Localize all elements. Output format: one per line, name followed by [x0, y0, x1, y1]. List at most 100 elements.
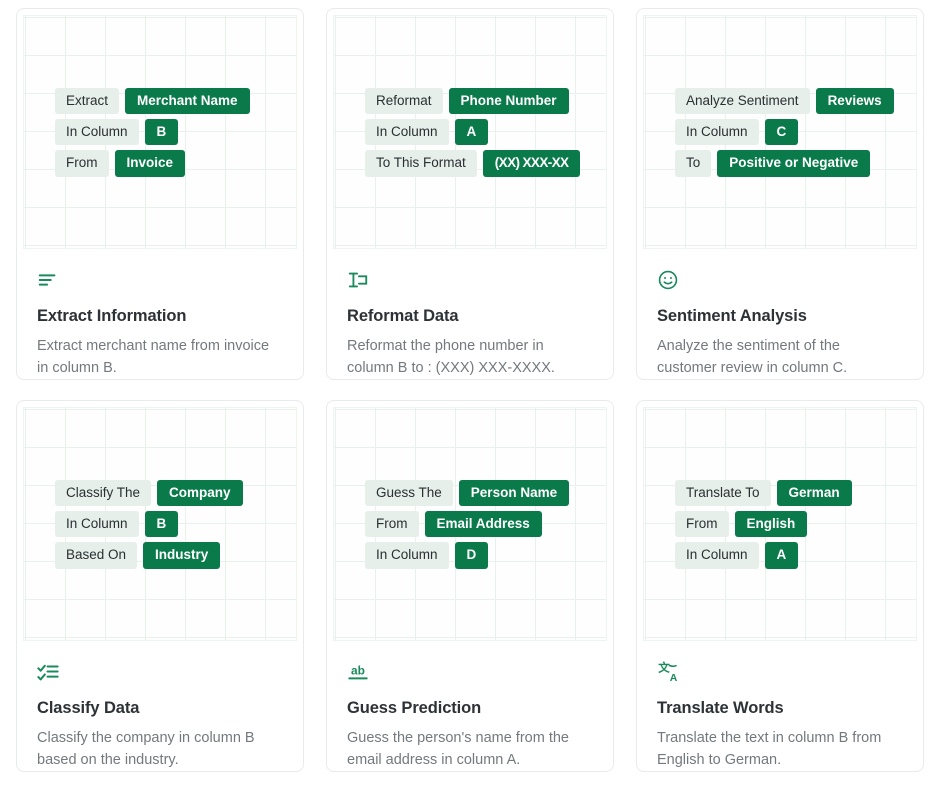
formula-value-pill[interactable]: Company	[157, 480, 243, 507]
formula-value-pill[interactable]: Merchant Name	[125, 88, 250, 115]
formula-label-pill[interactable]: Reformat	[365, 88, 443, 115]
feature-card[interactable]: Translate To German From English In Column A 文…	[636, 400, 924, 772]
card-description: Classify the company in column B based o…	[37, 729, 255, 768]
card-description: Analyze the sentiment of the customer re…	[657, 337, 848, 376]
feature-card-grid: Extract Merchant Name In Column B From Invoic…	[0, 0, 946, 780]
formula-label-pill[interactable]: Extract	[55, 88, 120, 115]
feature-card[interactable]: Analyze Sentiment Reviews In Column C To Posi…	[636, 8, 924, 380]
formula-row: In Column D	[365, 542, 569, 569]
spreadsheet-preview: Reformat Phone Number In Column A To This Fo…	[333, 15, 607, 249]
spreadsheet-preview: Classify The Company In Column B Based On Ind…	[23, 407, 297, 641]
card-body: Sentiment Analysis Analyze the sentiment …	[637, 249, 923, 379]
card-title: Translate Words	[657, 698, 784, 717]
formula-value-pill[interactable]: A	[454, 119, 489, 146]
card-title: Sentiment Analysis	[657, 306, 807, 325]
formula-label-pill[interactable]: To This Format	[365, 150, 477, 177]
formula-row: From English	[675, 511, 852, 538]
formula-value-pill[interactable]: German	[776, 480, 852, 507]
feature-card[interactable]: Guess The Person Name From Email Address In …	[326, 400, 614, 772]
spreadsheet-preview: Guess The Person Name From Email Address In …	[333, 407, 607, 641]
formula-row-group: Translate To German From English In Column A	[675, 480, 852, 569]
card-description: Guess the person's name from the email a…	[347, 729, 569, 768]
formula-value-pill[interactable]: A	[764, 542, 799, 569]
formula-row-group: Classify The Company In Column B Based On Ind…	[55, 480, 243, 569]
card-title: Reformat Data	[347, 306, 459, 325]
formula-row-group: Guess The Person Name From Email Address In …	[365, 480, 570, 569]
formula-row: In Column A	[365, 119, 580, 146]
checklist-icon	[37, 659, 283, 685]
formula-value-pill[interactable]: Invoice	[114, 150, 186, 177]
card-body: Reformat Data Reformat the phone number i…	[327, 249, 613, 379]
formula-row-group: Extract Merchant Name In Column B From Invoic…	[55, 88, 250, 177]
formula-value-pill[interactable]: Phone Number	[448, 88, 569, 115]
smiley-face-icon	[657, 267, 903, 293]
formula-value-pill[interactable]: Reviews	[815, 88, 894, 115]
formula-row: Translate To German	[675, 480, 852, 507]
svg-text:文: 文	[658, 660, 670, 674]
formula-label-pill[interactable]: In Column	[365, 119, 449, 146]
formula-row: Analyze Sentiment Reviews	[675, 88, 894, 115]
card-body: ab Guess Prediction Guess the person's nam…	[327, 641, 613, 771]
card-title: Guess Prediction	[347, 698, 482, 717]
svg-text:A: A	[670, 672, 678, 684]
card-description: Translate the text in column B from Engl…	[657, 729, 882, 768]
formula-row-group: Analyze Sentiment Reviews In Column C To Posi…	[675, 88, 894, 177]
feature-card[interactable]: Extract Merchant Name In Column B From Invoic…	[16, 8, 304, 380]
formula-label-pill[interactable]: From	[55, 150, 109, 177]
formula-value-pill[interactable]: (XX) XXX-XX	[482, 150, 581, 177]
formula-row: In Column B	[55, 119, 250, 146]
spellcheck-ab-icon: ab	[347, 659, 593, 685]
formula-row: From Invoice	[55, 150, 250, 177]
formula-row: From Email Address	[365, 511, 569, 538]
formula-row: To This Format (XX) XXX-XX	[365, 150, 581, 177]
spreadsheet-preview: Translate To German From English In Column A	[643, 407, 917, 641]
card-body: Classify Data Classify the company in col…	[17, 641, 303, 771]
formula-label-pill[interactable]: Guess The	[365, 480, 453, 507]
formula-value-pill[interactable]: Person Name	[458, 480, 570, 507]
formula-label-pill[interactable]: Classify The	[55, 480, 152, 507]
formula-row: In Column C	[675, 119, 894, 146]
formula-label-pill[interactable]: Analyze Sentiment	[675, 88, 810, 115]
formula-value-pill[interactable]: Email Address	[424, 511, 542, 538]
card-title: Classify Data	[37, 698, 140, 717]
formula-value-pill[interactable]: B	[144, 119, 179, 146]
formula-label-pill[interactable]: To	[675, 150, 712, 177]
text-format-icon	[347, 267, 593, 293]
card-body: 文 A Translate Words Translate the text in c…	[637, 641, 923, 771]
formula-label-pill[interactable]: Translate To	[675, 480, 771, 507]
formula-label-pill[interactable]: From	[675, 511, 729, 538]
card-title: Extract Information	[37, 306, 187, 325]
feature-card[interactable]: Classify The Company In Column B Based On Ind…	[16, 400, 304, 772]
spreadsheet-preview: Extract Merchant Name In Column B From Invoic…	[23, 15, 297, 249]
formula-row: Reformat Phone Number	[365, 88, 580, 115]
formula-label-pill[interactable]: Based On	[55, 542, 138, 569]
spreadsheet-preview: Analyze Sentiment Reviews In Column C To Posi…	[643, 15, 917, 249]
formula-row: Based On Industry	[55, 542, 243, 569]
card-description: Reformat the phone number in column B to…	[347, 337, 555, 376]
formula-label-pill[interactable]: In Column	[675, 119, 759, 146]
formula-label-pill[interactable]: In Column	[55, 119, 139, 146]
formula-label-pill[interactable]: In Column	[365, 542, 449, 569]
formula-value-pill[interactable]: English	[734, 511, 808, 538]
formula-row: Guess The Person Name	[365, 480, 570, 507]
formula-value-pill[interactable]: C	[764, 119, 799, 146]
formula-value-pill[interactable]: B	[144, 511, 179, 538]
formula-row: To Positive or Negative	[675, 150, 894, 177]
svg-text:ab: ab	[351, 663, 365, 677]
card-description: Extract merchant name from invoice in co…	[37, 337, 270, 376]
feature-card[interactable]: Reformat Phone Number In Column A To This Fo…	[326, 8, 614, 380]
formula-value-pill[interactable]: Positive or Negative	[717, 150, 871, 177]
formula-row-group: Reformat Phone Number In Column A To This Fo…	[365, 88, 581, 177]
translate-icon: 文A	[657, 659, 903, 685]
formula-label-pill[interactable]: In Column	[55, 511, 139, 538]
align-left-icon	[37, 267, 283, 293]
formula-row: In Column A	[675, 542, 852, 569]
card-body: Extract Information Extract merchant name…	[17, 249, 303, 379]
formula-row: In Column B	[55, 511, 243, 538]
formula-row: Extract Merchant Name	[55, 88, 250, 115]
formula-label-pill[interactable]: From	[365, 511, 419, 538]
formula-value-pill[interactable]: D	[454, 542, 489, 569]
formula-value-pill[interactable]: Industry	[143, 542, 221, 569]
formula-label-pill[interactable]: In Column	[675, 542, 759, 569]
formula-row: Classify The Company	[55, 480, 243, 507]
